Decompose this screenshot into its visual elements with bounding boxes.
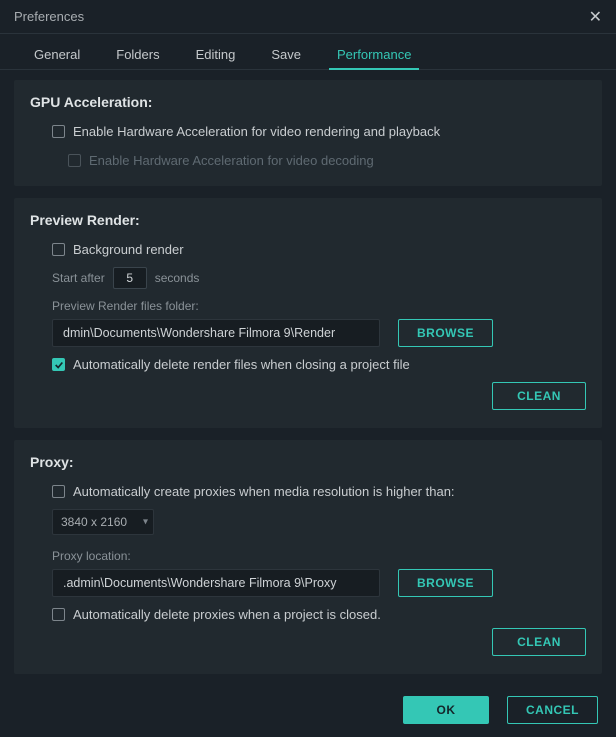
preview-heading: Preview Render: (30, 212, 586, 228)
preview-folder-input[interactable] (52, 319, 380, 347)
proxy-heading: Proxy: (30, 454, 586, 470)
background-render-checkbox[interactable] (52, 243, 65, 256)
start-after-post: seconds (155, 271, 200, 285)
preview-browse-button[interactable]: BROWSE (398, 319, 493, 347)
footer: OK CANCEL (0, 686, 616, 724)
gpu-rendering-label: Enable Hardware Acceleration for video r… (73, 124, 440, 139)
proxy-clean-button[interactable]: CLEAN (492, 628, 586, 656)
proxy-location-input[interactable] (52, 569, 380, 597)
titlebar: Preferences ✕ (0, 0, 616, 34)
auto-create-proxy-label: Automatically create proxies when media … (73, 484, 455, 499)
cancel-button[interactable]: CANCEL (507, 696, 598, 724)
proxy-browse-button[interactable]: BROWSE (398, 569, 493, 597)
auto-delete-proxy-checkbox[interactable] (52, 608, 65, 621)
gpu-decoding-label: Enable Hardware Acceleration for video d… (89, 153, 374, 168)
window-title: Preferences (14, 9, 84, 24)
tab-general[interactable]: General (16, 41, 98, 69)
proxy-resolution-wrap: 3840 x 2160 ▾ (52, 509, 154, 535)
background-render-label: Background render (73, 242, 184, 257)
proxy-location-label: Proxy location: (52, 549, 586, 563)
start-after-pre: Start after (52, 271, 105, 285)
close-icon[interactable]: ✕ (589, 7, 602, 27)
panel-proxy: Proxy: Automatically create proxies when… (14, 440, 602, 674)
content: GPU Acceleration: Enable Hardware Accele… (0, 70, 616, 674)
tab-editing[interactable]: Editing (178, 41, 254, 69)
tab-folders[interactable]: Folders (98, 41, 177, 69)
auto-delete-proxy-label: Automatically delete proxies when a proj… (73, 607, 381, 622)
gpu-heading: GPU Acceleration: (30, 94, 586, 110)
gpu-decoding-checkbox (68, 154, 81, 167)
tab-performance[interactable]: Performance (319, 41, 429, 69)
auto-delete-render-label: Automatically delete render files when c… (73, 357, 410, 372)
preview-clean-button[interactable]: CLEAN (492, 382, 586, 410)
panel-preview: Preview Render: Background render Start … (14, 198, 602, 428)
tab-save[interactable]: Save (253, 41, 319, 69)
preview-folder-label: Preview Render files folder: (52, 299, 586, 313)
tab-bar: General Folders Editing Save Performance (0, 38, 616, 70)
gpu-rendering-checkbox[interactable] (52, 125, 65, 138)
panel-gpu: GPU Acceleration: Enable Hardware Accele… (14, 80, 602, 186)
start-after-input[interactable] (113, 267, 147, 289)
auto-create-proxy-checkbox[interactable] (52, 485, 65, 498)
proxy-resolution-select[interactable]: 3840 x 2160 (52, 509, 154, 535)
auto-delete-render-checkbox[interactable] (52, 358, 65, 371)
ok-button[interactable]: OK (403, 696, 489, 724)
